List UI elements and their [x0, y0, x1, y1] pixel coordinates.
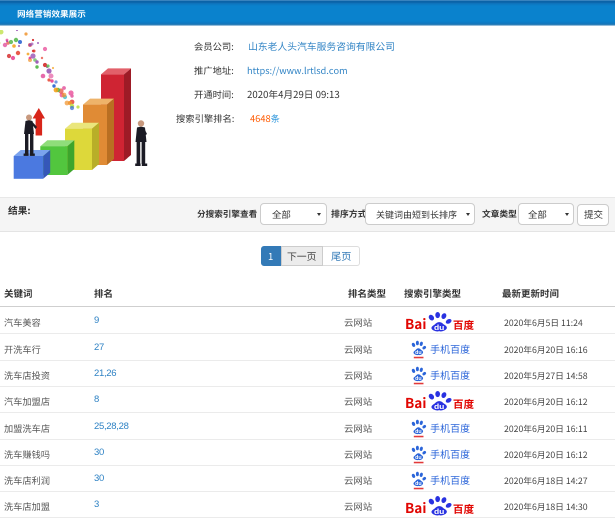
- svg-text:du: du: [434, 402, 445, 410]
- svg-text:du: du: [415, 375, 421, 381]
- svg-text:du: du: [415, 349, 421, 355]
- svg-text:du: du: [434, 323, 445, 331]
- svg-text:du: du: [415, 428, 421, 434]
- svg-text:du: du: [434, 507, 445, 515]
- svg-text:du: du: [415, 480, 421, 486]
- svg-text:du: du: [415, 454, 421, 460]
